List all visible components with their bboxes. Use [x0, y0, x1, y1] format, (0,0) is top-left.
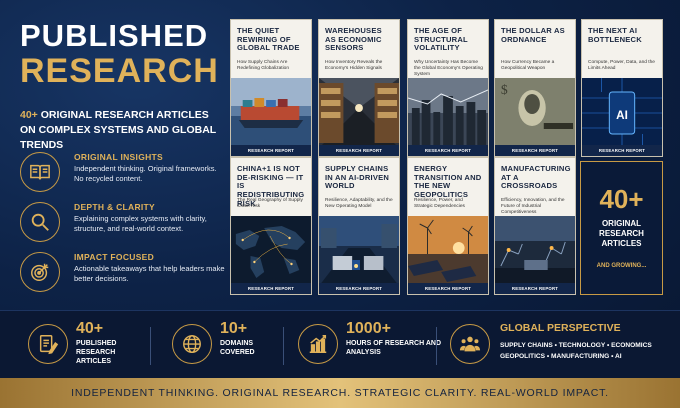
card-title: THE NEXT AI BOTTLENECK	[588, 26, 642, 44]
card-title: THE QUIET REWIRING OF GLOBAL TRADE	[237, 26, 300, 53]
card-subtitle: Resilience, Power, and Strategic Depende…	[414, 198, 465, 210]
counter-label: ORIGINAL RESEARCH ARTICLES	[581, 219, 662, 249]
footer-tagline: INDEPENDENT THINKING. ORIGINAL RESEARCH.…	[0, 378, 680, 408]
magnifier-icon	[20, 202, 60, 242]
feature-original-insights: ORIGINAL INSIGHTS Independent thinking. …	[20, 152, 225, 200]
topics-line: SUPPLY CHAINS • TECHNOLOGY • ECONOMICS	[500, 342, 652, 349]
card-badge: RESEARCH REPORT	[495, 283, 575, 294]
card-subtitle: Resilience, Adaptability, and the New Op…	[325, 198, 393, 210]
card-title: WAREHOUSES AS ECONOMIC SENSORS	[325, 26, 382, 53]
card-subtitle: How Supply Chains Are Redefining Globali…	[237, 60, 289, 72]
divider	[436, 327, 437, 365]
research-card[interactable]: THE DOLLAR AS ORDNANCE How Currency Becam…	[494, 19, 576, 157]
article-counter-box: 40+ ORIGINAL RESEARCH ARTICLES AND GROWI…	[580, 161, 663, 295]
global-perspective-title: GLOBAL PERSPECTIVE	[500, 322, 621, 334]
page-title-line1: PUBLISHED	[20, 18, 209, 53]
card-image	[231, 78, 311, 148]
bar-chart-icon	[298, 324, 338, 364]
stat-number: 1000+	[346, 320, 391, 337]
stat-label: PUBLISHED RESEARCH ARTICLES	[76, 340, 117, 365]
research-card[interactable]: ENERGY TRANSITION AND THE NEW GEOPOLITIC…	[407, 157, 489, 295]
counter-growing: AND GROWING...	[596, 263, 647, 269]
global-perspective-topics: SUPPLY CHAINS • TECHNOLOGY • ECONOMICS G…	[500, 340, 675, 362]
research-card[interactable]: SUPPLY CHAINS IN AN AI-DRIVEN WORLD Resil…	[318, 157, 400, 295]
globe-icon	[172, 324, 212, 364]
stat-number: 10+	[220, 320, 248, 337]
open-book-icon	[20, 152, 60, 192]
subtitle-line2: ON COMPLEX SYSTEMS AND GLOBAL TRENDS	[20, 124, 217, 152]
feature-desc: Actionable takeaways that help leaders m…	[74, 264, 225, 284]
card-badge: RESEARCH REPORT	[495, 145, 575, 156]
document-pen-icon	[28, 324, 68, 364]
counter-label-line: ARTICLES	[601, 239, 642, 248]
stat-label: DOMAINS COVERED	[220, 340, 255, 356]
svg-text:AI: AI	[616, 108, 628, 122]
card-badge: RESEARCH REPORT	[231, 145, 311, 156]
research-card[interactable]: CHINA+1 IS NOT DE-RISKING — IT IS REDIST…	[230, 157, 312, 295]
card-title: THE AGE OF STRUCTURAL VOLATILITY	[414, 26, 468, 53]
card-subtitle: Compute, Power, Data, and the Limits Ahe…	[588, 60, 655, 72]
counter-number: 40+	[599, 184, 644, 214]
card-image	[319, 216, 399, 286]
card-subtitle: Why Uncertainty Has Become the Global Ec…	[414, 60, 483, 78]
card-image: $	[495, 78, 575, 148]
research-card[interactable]: WAREHOUSES AS ECONOMIC SENSORS How Invent…	[318, 19, 400, 157]
counter-label-line: ORIGINAL	[601, 219, 642, 228]
card-badge: RESEARCH REPORT	[319, 145, 399, 156]
counter-label-line: RESEARCH	[599, 229, 644, 238]
divider	[283, 327, 284, 365]
card-image	[231, 216, 311, 286]
feature-title: IMPACT FOCUSED	[74, 252, 155, 262]
card-title: SUPPLY CHAINS IN AN AI-DRIVEN WORLD	[325, 164, 390, 191]
card-image	[319, 78, 399, 148]
divider	[150, 327, 151, 365]
card-title: ENERGY TRANSITION AND THE NEW GEOPOLITIC…	[414, 164, 482, 200]
feature-desc: Independent thinking. Original framework…	[74, 164, 217, 184]
people-icon	[450, 324, 490, 364]
feature-impact-focused: IMPACT FOCUSED Actionable takeaways that…	[20, 252, 225, 300]
card-subtitle: How Currency Became a Geopolitical Weapo…	[501, 60, 555, 72]
page-title-line2: RESEARCH	[20, 52, 219, 90]
card-badge: RESEARCH REPORT	[319, 283, 399, 294]
target-icon	[20, 252, 60, 292]
subtitle: 40+ ORIGINAL RESEARCH ARTICLES ON COMPLE…	[20, 108, 230, 154]
stat-number: 40+	[76, 320, 104, 337]
card-image	[408, 216, 488, 286]
research-card[interactable]: MANUFACTURING AT A CROSSROADS Efficiency,…	[494, 157, 576, 295]
research-card[interactable]: THE NEXT AI BOTTLENECK Compute, Power, Da…	[581, 19, 663, 157]
svg-text:$: $	[501, 82, 508, 97]
card-subtitle: The Real Geography of Supply Chain Risk	[237, 198, 303, 210]
card-subtitle: Efficiency, Innovation, and the Future o…	[501, 198, 565, 216]
research-card[interactable]: THE QUIET REWIRING OF GLOBAL TRADE How Su…	[230, 19, 312, 157]
card-title: MANUFACTURING AT A CROSSROADS	[501, 164, 571, 191]
research-card[interactable]: THE AGE OF STRUCTURAL VOLATILITY Why Unce…	[407, 19, 489, 157]
card-subtitle: How Inventory Reveals the Economy's Hidd…	[325, 60, 383, 72]
feature-title: DEPTH & CLARITY	[74, 202, 155, 212]
card-title: THE DOLLAR AS ORDNANCE	[501, 26, 565, 44]
card-image: AI	[582, 78, 662, 148]
feature-title: ORIGINAL INSIGHTS	[74, 152, 164, 162]
feature-depth-clarity: DEPTH & CLARITY Explaining complex syste…	[20, 202, 225, 250]
feature-desc: Explaining complex systems with clarity,…	[74, 214, 207, 234]
stat-label: HOURS OF RESEARCH AND ANALYSIS	[346, 340, 442, 356]
subtitle-highlight: 40+	[20, 109, 38, 121]
card-badge: RESEARCH REPORT	[231, 283, 311, 294]
card-image	[495, 216, 575, 286]
card-image	[408, 78, 488, 148]
topics-line: GEOPOLITICS • MANUFACTURING • AI	[500, 353, 622, 361]
card-badge: RESEARCH REPORT	[408, 145, 488, 156]
subtitle-rest: ORIGINAL RESEARCH ARTICLES	[37, 109, 209, 121]
card-badge: RESEARCH REPORT	[408, 283, 488, 294]
card-badge: RESEARCH REPORT	[582, 145, 662, 156]
